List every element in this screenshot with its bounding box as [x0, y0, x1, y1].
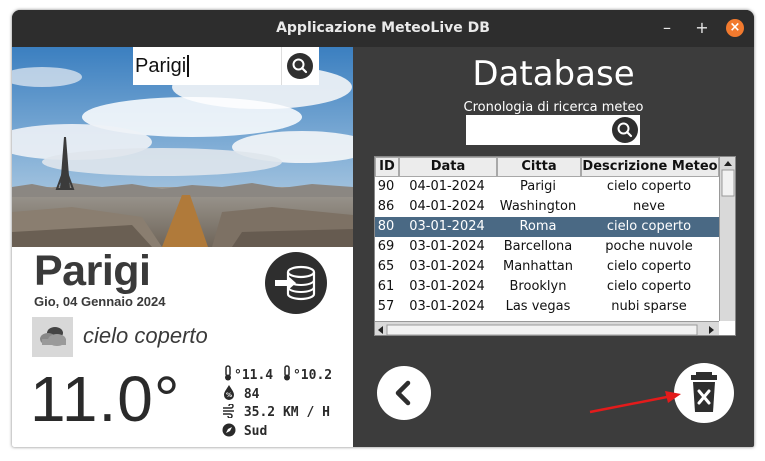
compass-icon	[222, 423, 236, 437]
horizontal-scrollbar[interactable]	[375, 321, 719, 335]
weather-panel: Parigi Parigi Gio, 04 Gennaio 2024 cielo…	[12, 47, 353, 447]
cell-id: 65	[377, 259, 395, 274]
cell-data: 03-01-2024	[409, 219, 485, 234]
thermometer-icon	[283, 365, 290, 381]
column-header-descrizione[interactable]: Descrizione Meteo	[581, 157, 719, 177]
temperature: 11.0°	[30, 363, 181, 435]
cell-citta: Washington	[499, 199, 577, 214]
minimize-button[interactable]: –	[657, 18, 677, 38]
cell-id: 86	[377, 199, 395, 214]
chevron-left-icon	[395, 380, 411, 406]
cell-citta: Roma	[519, 219, 557, 234]
cell-citta: Parigi	[519, 179, 557, 194]
table-row[interactable]: 86 04-01-2024 Washington neve	[375, 197, 719, 217]
weather-stats: °11.4 °10.2 % 84 35.2 KM / H Sud	[222, 365, 332, 441]
cell-descrizione: poche nuvole	[605, 239, 693, 254]
wind-speed: 35.2 KM / H	[243, 405, 330, 420]
temp-min: 10.2	[300, 368, 333, 383]
wind-direction: Sud	[243, 424, 268, 439]
cell-id: 69	[377, 239, 395, 254]
table-row[interactable]: 61 03-01-2024 Brooklyn cielo coperto	[375, 277, 719, 297]
cell-data: 03-01-2024	[409, 239, 485, 254]
svg-text:%: %	[226, 392, 232, 399]
cell-citta: Manhattan	[502, 259, 574, 274]
database-search-button[interactable]	[610, 115, 640, 145]
cell-citta: Barcellona	[503, 239, 573, 254]
humidity-icon: %	[224, 385, 234, 400]
open-database-button[interactable]	[265, 252, 327, 314]
cell-id: 90	[377, 179, 395, 194]
database-search-input[interactable]	[466, 115, 610, 145]
cell-descrizione: nubi sparse	[611, 299, 687, 314]
cell-data: 04-01-2024	[409, 199, 485, 214]
cell-id: 61	[377, 279, 395, 294]
table-row[interactable]: 69 03-01-2024 Barcellona poche nuvole	[375, 237, 719, 257]
cloud-icon	[32, 317, 73, 357]
back-button[interactable]	[377, 366, 431, 420]
table-row[interactable]: 90 04-01-2024 Parigi cielo coperto	[375, 177, 719, 197]
table-row-selected[interactable]: 80 03-01-2024 Roma cielo coperto	[375, 217, 719, 237]
search-icon	[612, 117, 638, 143]
cell-descrizione: cielo coperto	[606, 259, 692, 274]
thermometer-icon	[225, 365, 231, 381]
cell-data: 03-01-2024	[409, 299, 485, 314]
city-name: Parigi	[34, 247, 151, 295]
city-search-button[interactable]	[281, 47, 319, 85]
database-subtitle: Cronologia di ricerca meteo	[463, 100, 644, 115]
history-table: ID Data Citta Descrizione Meteo 90 04-01…	[374, 156, 736, 336]
cell-data: 04-01-2024	[409, 179, 485, 194]
search-icon	[287, 53, 313, 79]
database-import-icon	[275, 265, 316, 301]
maximize-button[interactable]: +	[692, 18, 712, 38]
cell-descrizione: cielo coperto	[606, 219, 692, 234]
weather-description: cielo coperto	[83, 323, 208, 348]
window-title: Applicazione MeteoLive DB	[276, 20, 490, 36]
vertical-scrollbar[interactable]	[719, 157, 735, 321]
cell-id: 57	[377, 299, 395, 314]
table-row[interactable]: 57 03-01-2024 Las vegas nubi sparse	[375, 297, 719, 317]
cell-id: 80	[377, 219, 395, 234]
cell-data: 03-01-2024	[409, 279, 485, 294]
table-row[interactable]: 65 03-01-2024 Manhattan cielo coperto	[375, 257, 719, 277]
wind-icon	[223, 403, 234, 419]
city-search-input[interactable]: Parigi	[133, 47, 281, 85]
weather-date: Gio, 04 Gennaio 2024	[34, 294, 166, 309]
humidity-value: 84	[243, 387, 260, 402]
database-title: Database	[472, 54, 635, 94]
cell-descrizione: cielo coperto	[606, 179, 692, 194]
cell-citta: Las vegas	[505, 299, 571, 314]
table-header: ID Data Citta Descrizione Meteo	[375, 157, 719, 177]
column-header-citta[interactable]: Citta	[497, 157, 581, 177]
app-window: Applicazione MeteoLive DB – + × Parigi P…	[12, 10, 754, 447]
red-arrow	[589, 391, 681, 414]
cell-descrizione: neve	[633, 199, 665, 214]
title-bar: Applicazione MeteoLive DB – + ×	[12, 10, 754, 47]
cell-descrizione: cielo coperto	[606, 279, 692, 294]
cell-data: 03-01-2024	[409, 259, 485, 274]
city-search-value: Parigi	[135, 55, 190, 77]
cell-citta: Brooklyn	[509, 279, 567, 294]
column-header-id[interactable]: ID	[375, 157, 399, 177]
close-button[interactable]: ×	[726, 19, 744, 37]
temp-max: 11.4	[241, 368, 274, 383]
column-header-data[interactable]: Data	[399, 157, 497, 177]
